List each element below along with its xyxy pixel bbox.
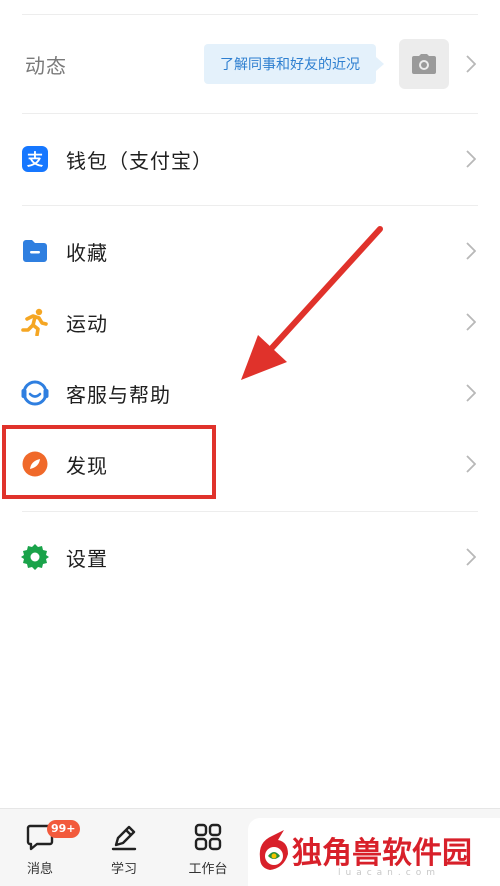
svg-text:支: 支 (26, 150, 44, 169)
pen-icon (111, 825, 137, 851)
nav-label: 消息 (26, 862, 53, 877)
divider (22, 113, 478, 114)
menu-item-label: 运动 (66, 311, 108, 336)
nav-label: 工作台 (188, 862, 228, 877)
highlight-box (2, 425, 216, 499)
watermark: 独角兽软件园 luacan.com (248, 818, 500, 886)
menu-item-settings[interactable]: 设置 (0, 525, 500, 589)
running-icon (21, 308, 49, 336)
top-divider (22, 14, 478, 15)
nav-item-learn[interactable]: 学习 (84, 809, 164, 886)
chevron-right-icon (466, 55, 476, 73)
me-page: 动态 了解同事和好友的近况 支 钱包（支付宝） 收藏 运动 客服与帮助 发现 设… (0, 0, 500, 886)
folder-icon (21, 237, 49, 265)
menu-item-label: 设置 (66, 546, 108, 571)
menu-item-label: 收藏 (66, 240, 108, 265)
chevron-right-icon (466, 384, 476, 402)
chevron-right-icon (466, 455, 476, 473)
headset-icon (21, 379, 49, 407)
gear-icon (21, 543, 49, 571)
alipay-icon: 支 (21, 145, 49, 173)
grid-icon (194, 823, 222, 851)
camera-icon (412, 54, 436, 74)
moments-hint: 了解同事和好友的近况 (220, 57, 360, 73)
chevron-right-icon (466, 313, 476, 331)
unread-badge: 99+ (47, 820, 80, 838)
chevron-right-icon (466, 150, 476, 168)
menu-item-label: 客服与帮助 (66, 382, 171, 407)
chevron-right-icon (466, 242, 476, 260)
nav-item-workbench[interactable]: 工作台 (168, 809, 248, 886)
moments-label: 动态 (25, 53, 67, 78)
nav-item-messages[interactable]: 99+ 消息 (0, 809, 80, 886)
divider (22, 511, 478, 512)
moments-hint-bubble[interactable]: 了解同事和好友的近况 (204, 44, 384, 84)
nav-label: 学习 (110, 862, 137, 877)
watermark-text: 独角兽软件园 (292, 836, 472, 871)
camera-button[interactable] (399, 39, 449, 89)
menu-item-wallet[interactable]: 支 钱包（支付宝） (0, 127, 500, 191)
menu-item-label: 钱包（支付宝） (66, 148, 213, 173)
menu-item-sports[interactable]: 运动 (0, 290, 500, 354)
chevron-right-icon (466, 548, 476, 566)
menu-item-favorites[interactable]: 收藏 (0, 219, 500, 283)
unicorn-logo-icon (259, 830, 288, 870)
watermark-url: luacan.com (338, 868, 440, 878)
divider (22, 205, 478, 206)
menu-item-help[interactable]: 客服与帮助 (0, 361, 500, 425)
